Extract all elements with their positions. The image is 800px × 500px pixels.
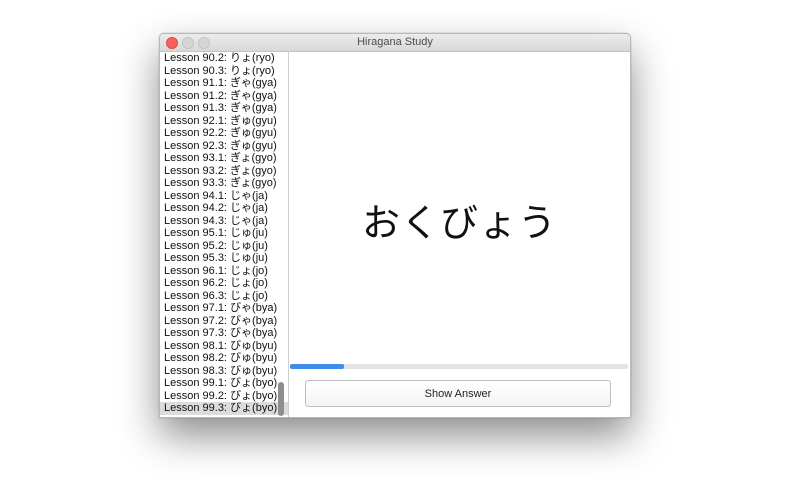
lesson-item[interactable]: Lesson 98.1: びゅ(byu) xyxy=(160,340,288,353)
lesson-item[interactable]: Lesson 94.3: じゃ(ja) xyxy=(160,215,288,228)
lesson-item[interactable]: Lesson 99.1: びょ(byo) xyxy=(160,377,288,390)
lesson-item[interactable]: Lesson 95.3: じゅ(ju) xyxy=(160,252,288,265)
window-title: Hiragana Study xyxy=(357,36,433,48)
lesson-item[interactable]: Lesson 93.2: ぎょ(gyo) xyxy=(160,165,288,178)
lesson-item[interactable]: Lesson 99.2: びょ(byo) xyxy=(160,390,288,403)
lesson-item[interactable]: Lesson 92.2: ぎゅ(gyu) xyxy=(160,127,288,140)
lesson-item[interactable]: Lesson 92.3: ぎゅ(gyu) xyxy=(160,140,288,153)
lesson-item[interactable]: Lesson 96.2: じょ(jo) xyxy=(160,277,288,290)
lesson-item[interactable]: Lesson 93.3: ぎょ(gyo) xyxy=(160,177,288,190)
show-answer-button[interactable]: Show Answer xyxy=(305,380,611,407)
lesson-list: Lesson 90.2: りょ(ryo) Lesson 90.3: りょ(ryo)… xyxy=(160,52,288,415)
lesson-item[interactable]: Lesson 91.1: ぎゃ(gya) xyxy=(160,77,288,90)
lesson-item[interactable]: Lesson 95.1: じゅ(ju) xyxy=(160,227,288,240)
lesson-item[interactable]: Lesson 96.3: じょ(jo) xyxy=(160,290,288,303)
lesson-item[interactable]: Lesson 98.3: びゅ(byu) xyxy=(160,365,288,378)
lesson-item[interactable]: Lesson 98.2: びゅ(byu) xyxy=(160,352,288,365)
title-bar[interactable]: Hiragana Study xyxy=(160,34,630,52)
progress-bar xyxy=(290,364,628,369)
progress-fill xyxy=(290,364,345,369)
lesson-sidebar: Lesson 90.2: りょ(ryo) Lesson 90.3: りょ(ryo)… xyxy=(160,52,289,417)
lesson-item[interactable]: Lesson 95.2: じゅ(ju) xyxy=(160,240,288,253)
lesson-item[interactable]: Lesson 91.2: ぎゃ(gya) xyxy=(160,90,288,103)
app-window: Hiragana Study Lesson 90.2: りょ(ryo) Lesso… xyxy=(159,33,631,418)
sidebar-scrollbar[interactable] xyxy=(278,382,284,416)
lesson-item[interactable]: Lesson 94.2: じゃ(ja) xyxy=(160,202,288,215)
lesson-item[interactable]: Lesson 97.2: びゃ(bya) xyxy=(160,315,288,328)
lesson-item[interactable]: Lesson 94.1: じゃ(ja) xyxy=(160,190,288,203)
lesson-item[interactable]: Lesson 91.3: ぎゃ(gya) xyxy=(160,102,288,115)
lesson-item[interactable]: Lesson 99.3: びょ(byo) xyxy=(160,402,288,415)
lesson-item[interactable]: Lesson 97.3: びゃ(bya) xyxy=(160,327,288,340)
lesson-item[interactable]: Lesson 92.1: ぎゅ(gyu) xyxy=(160,115,288,128)
lesson-item[interactable]: Lesson 93.1: ぎょ(gyo) xyxy=(160,152,288,165)
lesson-item[interactable]: Lesson 90.3: りょ(ryo) xyxy=(160,65,288,78)
lesson-item[interactable]: Lesson 97.1: びゃ(bya) xyxy=(160,302,288,315)
lesson-item[interactable]: Lesson 90.2: りょ(ryo) xyxy=(160,52,288,65)
lesson-item[interactable]: Lesson 96.1: じょ(jo) xyxy=(160,265,288,278)
study-panel: おくびょう Show Answer xyxy=(289,52,630,417)
study-word: おくびょう xyxy=(361,203,557,245)
